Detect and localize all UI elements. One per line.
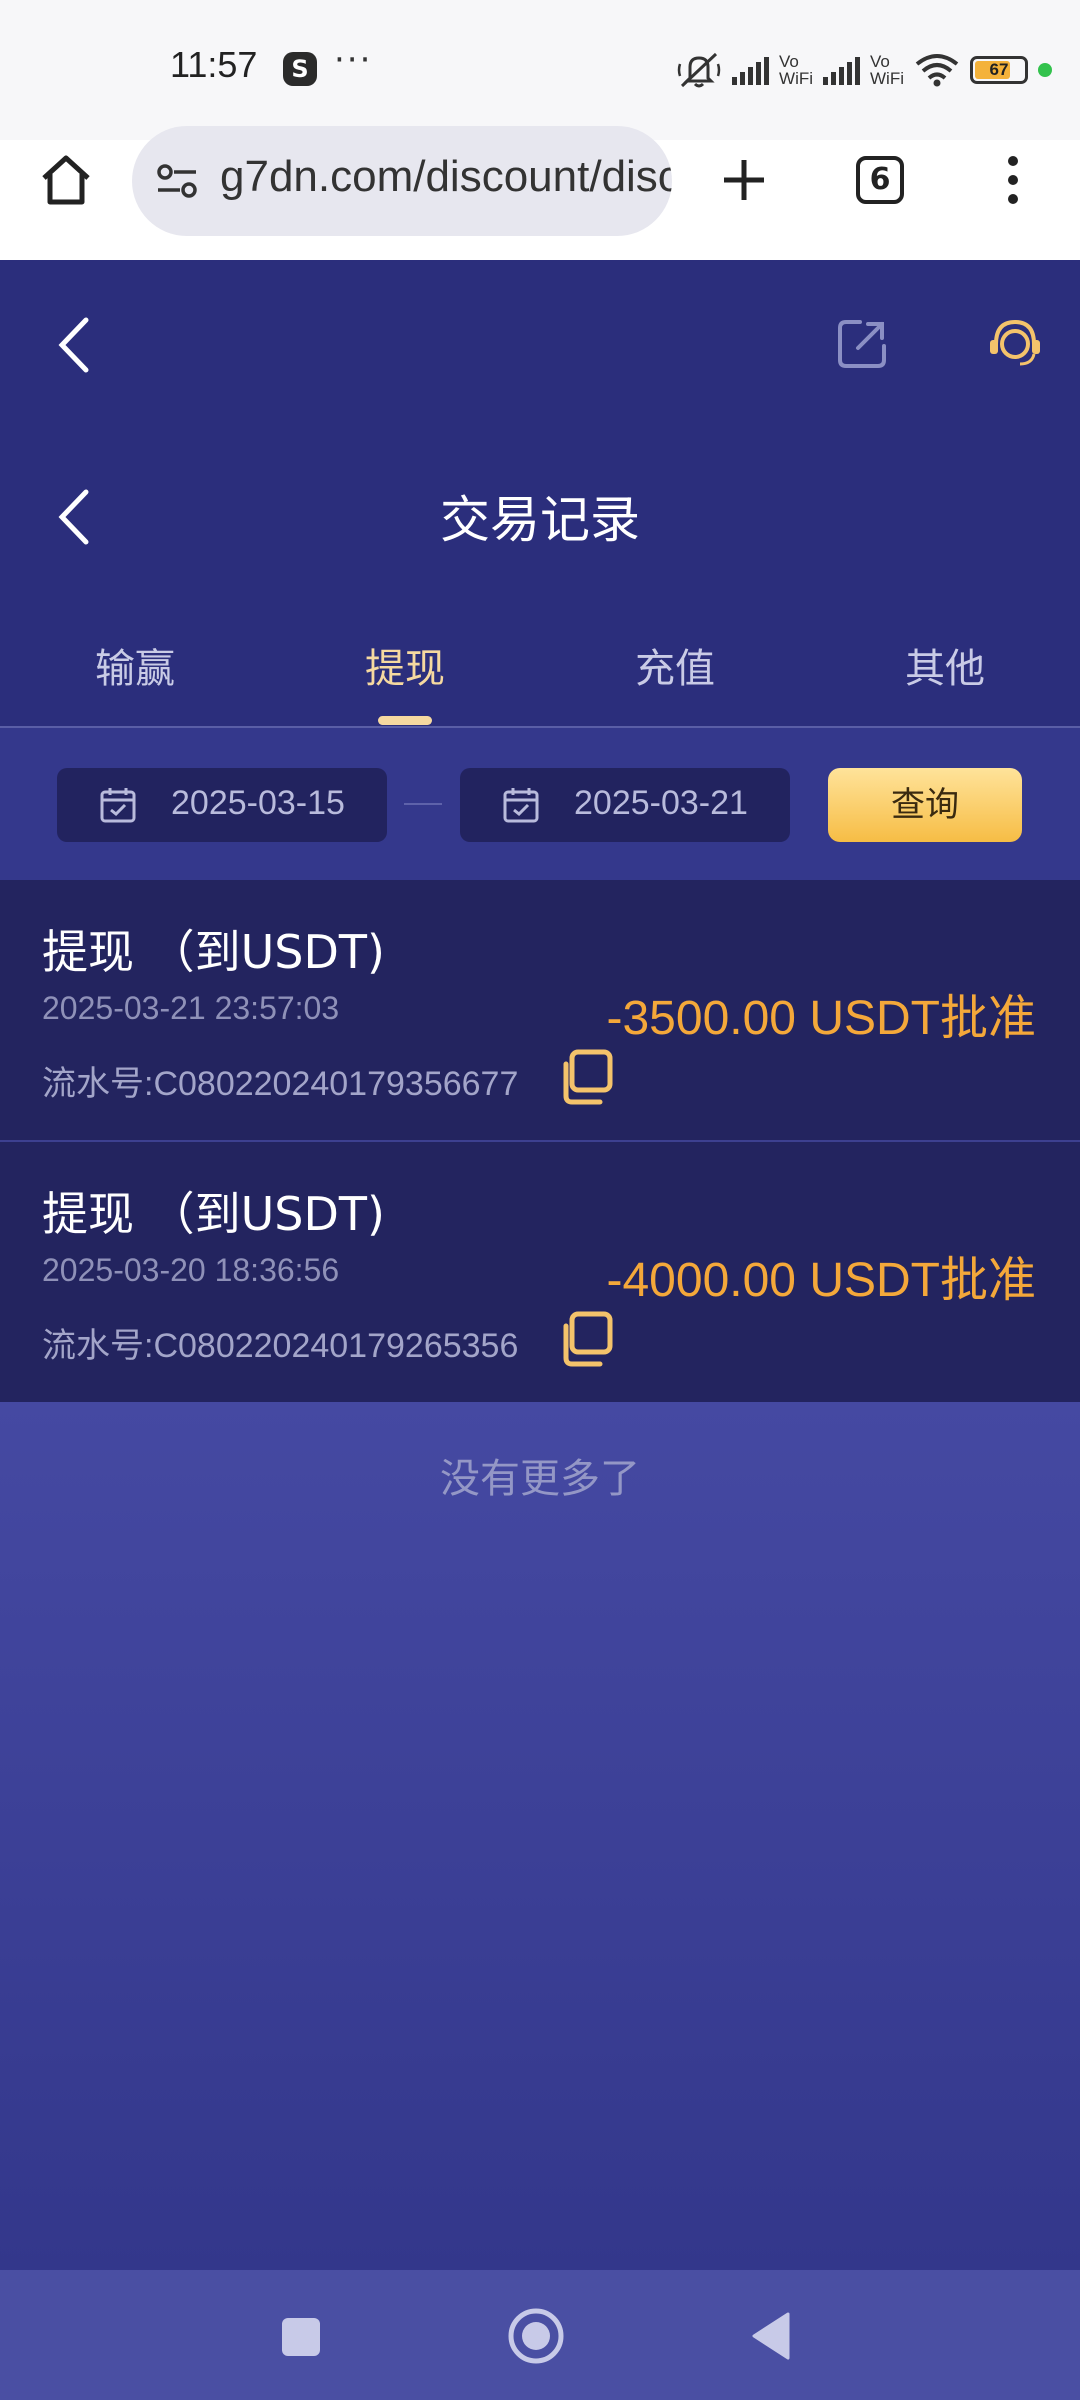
end-date-value: 2025-03-21 [574, 784, 748, 822]
signal-icon-2 [823, 55, 861, 85]
active-tab-indicator [378, 716, 432, 725]
start-date-picker[interactable]: 2025-03-15 [57, 768, 387, 842]
query-button[interactable]: 查询 [828, 768, 1022, 842]
url-text[interactable]: g7dn.com/discount/discountRecord [220, 152, 672, 202]
record-serial: 流水号:C080220240179265356 [42, 1327, 519, 1365]
customer-service-icon[interactable] [986, 314, 1044, 372]
copy-icon[interactable] [556, 1310, 614, 1368]
tab-other[interactable]: 其他 [845, 636, 1045, 694]
address-bar[interactable]: g7dn.com/discount/discountRecord [132, 126, 672, 236]
site-settings-icon[interactable] [154, 160, 200, 204]
record-serial: 流水号:C080220240179356677 [42, 1065, 519, 1103]
open-external-icon[interactable] [836, 316, 890, 370]
vowifi-indicator: Vo WiFi [779, 52, 814, 88]
record-title: 提现 （到USDT) [42, 1187, 385, 1241]
notification-badge: S [283, 52, 317, 86]
list-item[interactable]: 提现 （到USDT) 2025-03-20 18:36:56 流水号:C0802… [0, 1142, 1080, 1402]
calendar-icon [100, 788, 136, 823]
more-notifications-icon: ··· [334, 40, 373, 80]
record-time: 2025-03-21 23:57:03 [42, 990, 340, 1026]
tab-withdraw[interactable]: 提现 [305, 636, 505, 694]
date-range-separator [404, 803, 442, 805]
mute-icon [677, 52, 721, 88]
record-time: 2025-03-20 18:36:56 [42, 1252, 340, 1288]
new-tab-icon[interactable] [716, 152, 772, 208]
tab-win-loss[interactable]: 输赢 [35, 636, 235, 694]
recents-icon[interactable] [278, 2314, 324, 2360]
wifi-icon [915, 54, 959, 87]
record-title: 提现 （到USDT) [42, 925, 385, 979]
list-background [0, 1402, 1080, 2270]
home-nav-icon[interactable] [506, 2306, 566, 2366]
record-amount: -3500.00 USDT批准 [606, 992, 1037, 1045]
tab-deposit[interactable]: 充值 [575, 636, 775, 694]
back-icon[interactable] [54, 316, 94, 374]
back-nav-icon[interactable] [748, 2310, 794, 2362]
list-item[interactable]: 提现 （到USDT) 2025-03-21 23:57:03 流水号:C0802… [0, 880, 1080, 1140]
signal-icon [732, 55, 770, 85]
vowifi-indicator-2: Vo WiFi [870, 52, 904, 88]
home-icon[interactable] [38, 152, 94, 208]
status-time: 11:57 [170, 44, 258, 85]
tab-switcher-button[interactable]: 6 [856, 156, 904, 204]
end-of-list-text: 没有更多了 [440, 1456, 640, 1502]
privacy-indicator [1038, 63, 1052, 77]
status-icons: Vo WiFi Vo WiFi 67 [676, 48, 1052, 92]
page-title: 交易记录 [440, 491, 640, 549]
end-date-picker[interactable]: 2025-03-21 [460, 768, 790, 842]
menu-icon[interactable] [1000, 152, 1026, 208]
copy-icon[interactable] [556, 1048, 614, 1106]
calendar-icon [503, 788, 539, 823]
start-date-value: 2025-03-15 [171, 784, 345, 822]
record-amount: -4000.00 USDT批准 [606, 1254, 1037, 1307]
battery-icon: 67 [970, 56, 1028, 84]
